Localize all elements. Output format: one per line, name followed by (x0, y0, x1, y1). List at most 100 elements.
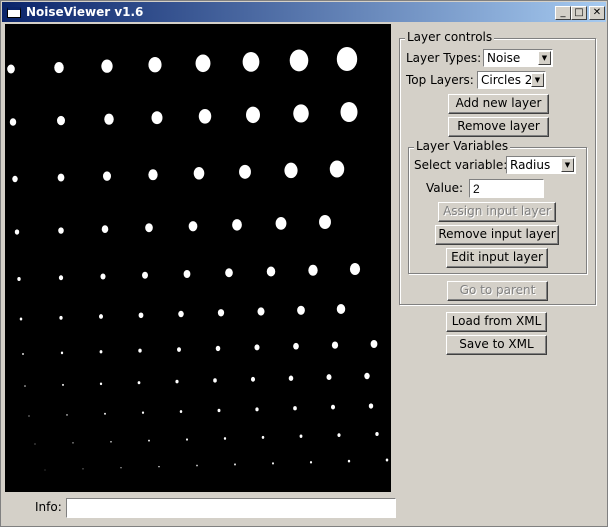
noise-dot (177, 347, 181, 352)
noise-dot (337, 433, 341, 437)
minimize-button[interactable]: _ (555, 6, 571, 20)
noise-dot (368, 403, 374, 409)
noise-dot (28, 415, 30, 417)
noise-dot (340, 102, 358, 122)
noise-dot (225, 268, 233, 278)
noise-dot (364, 372, 370, 380)
close-button[interactable]: ✕ (589, 6, 605, 20)
noise-dot (14, 229, 20, 235)
noise-dot (178, 310, 184, 318)
noise-dot (179, 410, 183, 414)
noise-dot (284, 162, 298, 179)
noise-dot (24, 385, 26, 387)
noise-dot (148, 439, 150, 442)
noise-dot (145, 223, 153, 233)
noise-dot (60, 351, 64, 355)
select-variable-value: Radius (510, 158, 551, 172)
noise-dot (217, 408, 221, 413)
load-from-xml-button[interactable]: Load from XML (446, 312, 547, 332)
noise-dot (17, 277, 21, 281)
noise-dot (297, 305, 305, 315)
noise-dot (223, 437, 227, 440)
noise-dot (308, 264, 318, 276)
noise-dot (104, 412, 106, 415)
noise-dot (141, 411, 145, 414)
noise-dot (196, 464, 198, 467)
noise-dot (62, 383, 64, 386)
noise-dot (102, 171, 112, 181)
noise-dot (137, 381, 141, 385)
noise-dot (293, 104, 309, 123)
noise-dot (104, 113, 114, 125)
noise-dot (72, 442, 74, 444)
info-label: Info: (35, 500, 62, 514)
layer-types-label: Layer Types: (406, 51, 482, 65)
noise-dot (19, 317, 23, 321)
noise-dot (299, 434, 303, 438)
noise-dot (288, 375, 294, 381)
go-to-parent-button[interactable]: Go to parent (447, 281, 548, 301)
top-layers-value: Circles 2 (481, 73, 533, 87)
layer-controls-title: Layer controls (405, 30, 495, 44)
window-title: NoiseViewer v1.6 (26, 5, 144, 19)
maximize-button[interactable]: □ (571, 6, 587, 20)
noise-dot (331, 341, 339, 349)
layer-variables-group: Layer Variables Select variable: Radius … (408, 139, 587, 274)
remove-input-layer-button[interactable]: Remove input layer (435, 225, 559, 245)
noise-dot (257, 307, 265, 316)
noise-dot (12, 175, 18, 183)
edit-input-layer-button[interactable]: Edit input layer (446, 248, 548, 268)
title-bar[interactable]: NoiseViewer v1.6 _ □ ✕ (2, 2, 606, 22)
noise-dot (347, 459, 351, 463)
top-layers-select[interactable]: Circles 2 ▼ (477, 71, 546, 89)
noise-dot (110, 440, 112, 443)
noise-dot (336, 304, 346, 314)
noise-dot (188, 221, 198, 232)
noise-dot (272, 462, 274, 465)
noise-dot (215, 345, 221, 352)
noise-dot (385, 458, 389, 462)
noise-dot (261, 435, 265, 439)
noise-dot (158, 465, 160, 468)
add-new-layer-button[interactable]: Add new layer (448, 94, 549, 114)
noise-dot (120, 467, 122, 469)
noise-dot (34, 443, 36, 445)
select-variable-label: Select variable: (414, 158, 508, 172)
noise-dot (246, 106, 260, 124)
noise-dot (138, 348, 142, 353)
noise-dot (186, 438, 188, 441)
noise-dot (57, 115, 65, 126)
remove-layer-button[interactable]: Remove layer (448, 117, 549, 137)
noise-dot (58, 227, 64, 234)
noise-dot (289, 49, 309, 72)
right-panel: Layer controls Layer Types: Noise ▼ Top … (392, 24, 605, 524)
noise-dot (370, 340, 378, 348)
noise-dot (138, 312, 144, 319)
noise-dot (330, 404, 336, 410)
noise-dot (242, 52, 260, 72)
noise-dot (326, 374, 332, 381)
noise-dot (293, 406, 297, 411)
layer-types-select[interactable]: Noise ▼ (483, 49, 553, 67)
select-variable-select[interactable]: Radius ▼ (506, 156, 576, 174)
noise-dot (66, 414, 68, 416)
assign-input-layer-button[interactable]: Assign input layer (438, 202, 556, 222)
info-field[interactable] (66, 498, 396, 518)
noise-dot (349, 263, 361, 275)
noise-dot (101, 225, 109, 233)
app-window-icon (7, 7, 21, 18)
noise-dot (275, 217, 287, 230)
noise-dot (193, 167, 205, 180)
value-input[interactable] (469, 179, 544, 198)
layer-variables-title: Layer Variables (414, 139, 511, 153)
noise-dot (57, 173, 65, 182)
noise-preview-canvas[interactable] (5, 24, 391, 492)
layer-types-value: Noise (487, 51, 521, 65)
noise-dot (54, 62, 64, 74)
save-to-xml-button[interactable]: Save to XML (446, 335, 547, 355)
chevron-down-icon: ▼ (538, 51, 551, 65)
noise-dot (266, 266, 276, 277)
noise-dot (59, 315, 63, 320)
top-layers-label: Top Layers: (406, 73, 474, 87)
app-window: NoiseViewer v1.6 _ □ ✕ Info: Layer contr… (0, 0, 608, 527)
